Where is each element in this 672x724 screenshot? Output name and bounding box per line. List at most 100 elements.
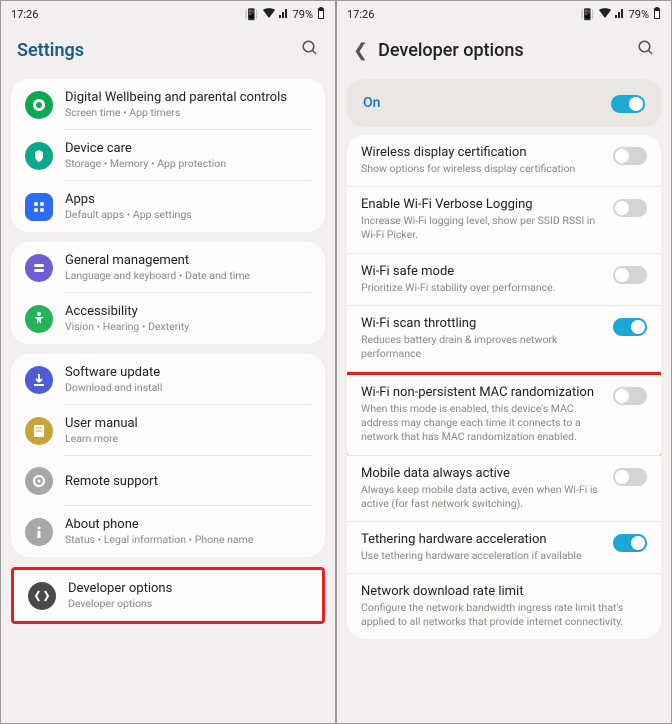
dev-option-row[interactable]: Network download rate limit Configure the… — [347, 574, 661, 639]
settings-group: Digital Wellbeing and parental controlsS… — [11, 79, 325, 232]
item-subtitle: Status • Legal information • Phone name — [65, 533, 311, 546]
apps-icon — [25, 193, 53, 221]
item-title: About phone — [65, 517, 311, 532]
item-title: Remote support — [65, 474, 311, 489]
option-toggle[interactable] — [613, 147, 647, 165]
item-subtitle: Learn more — [65, 432, 311, 445]
option-title: Wi-Fi safe mode — [361, 264, 603, 279]
wifi-icon — [599, 8, 611, 21]
dev-option-row[interactable]: Wi-Fi safe mode Prioritize Wi-Fi stabilit… — [347, 254, 661, 306]
settings-item[interactable]: Remote support — [11, 456, 325, 506]
option-toggle[interactable] — [613, 199, 647, 217]
care-icon — [25, 142, 53, 170]
settings-item[interactable]: AppsDefault apps • App settings — [11, 181, 325, 232]
option-toggle[interactable] — [613, 266, 647, 284]
option-title: Wi-Fi non-persistent MAC randomization — [361, 385, 603, 400]
master-toggle-row[interactable]: On — [347, 79, 661, 127]
item-title: Accessibility — [65, 304, 311, 319]
header: ❮ Developer options — [337, 27, 671, 79]
item-title: Digital Wellbeing and parental controls — [65, 90, 311, 105]
option-subtitle: Increase Wi-Fi logging level, show per S… — [361, 214, 603, 242]
accessibility-icon — [25, 305, 53, 333]
item-title: General management — [65, 253, 311, 268]
dev-option-row[interactable]: Wireless display certification Show optio… — [347, 135, 661, 187]
page-title: Settings — [17, 40, 84, 61]
header: Settings — [1, 27, 335, 79]
option-toggle[interactable] — [613, 468, 647, 486]
option-title: Network download rate limit — [361, 584, 647, 599]
option-toggle[interactable] — [613, 534, 647, 552]
dev-option-row[interactable]: Wi-Fi non-persistent MAC randomization Wh… — [347, 372, 661, 456]
settings-item[interactable]: User manualLearn more — [11, 405, 325, 456]
option-toggle[interactable] — [613, 387, 647, 405]
vibrate-icon: 📳 — [581, 8, 595, 21]
master-toggle[interactable] — [611, 95, 645, 113]
option-title: Wi-Fi scan throttling — [361, 316, 603, 331]
settings-group: Software updateDownload and installUser … — [11, 354, 325, 557]
option-subtitle: Use tethering hardware acceleration if a… — [361, 549, 603, 563]
option-title: Wireless display certification — [361, 145, 603, 160]
settings-item[interactable]: Developer optionsDeveloper options — [14, 570, 322, 621]
remote-icon — [25, 467, 53, 495]
option-subtitle: Show options for wireless display certif… — [361, 162, 603, 176]
page-title: Developer options — [378, 40, 524, 61]
option-subtitle: Configure the network bandwidth ingress … — [361, 601, 647, 629]
option-title: Mobile data always active — [361, 466, 603, 481]
settings-item[interactable]: Software updateDownload and install — [11, 354, 325, 405]
item-title: Developer options — [68, 581, 308, 596]
settings-item[interactable]: Device careStorage • Memory • App protec… — [11, 130, 325, 181]
dev-options-list[interactable]: On Wireless display certification Show op… — [337, 79, 671, 723]
status-time: 17:26 — [11, 8, 38, 21]
vibrate-icon: 📳 — [245, 8, 259, 21]
settings-group: Developer optionsDeveloper options — [11, 567, 325, 624]
developer-options-screen: 17:26 📳 79% ❮ Developer options On Wirel… — [336, 0, 672, 724]
search-icon[interactable] — [637, 39, 655, 61]
settings-item[interactable]: Digital Wellbeing and parental controlsS… — [11, 79, 325, 130]
status-time: 17:26 — [347, 8, 374, 21]
item-subtitle: Storage • Memory • App protection — [65, 157, 311, 170]
manual-icon — [25, 417, 53, 445]
option-toggle[interactable] — [613, 318, 647, 336]
option-subtitle: Prioritize Wi-Fi stability over performa… — [361, 281, 603, 295]
about-icon — [25, 518, 53, 546]
option-subtitle: When this mode is enabled, this device's… — [361, 402, 603, 445]
status-bar: 17:26 📳 79% — [337, 1, 671, 27]
option-title: Tethering hardware acceleration — [361, 532, 603, 547]
dev-option-row[interactable]: Wi-Fi scan throttling Reduces battery dra… — [347, 306, 661, 372]
settings-list[interactable]: Digital Wellbeing and parental controlsS… — [1, 79, 335, 723]
developer-icon — [28, 582, 56, 610]
settings-item[interactable]: About phoneStatus • Legal information • … — [11, 506, 325, 557]
dev-option-row[interactable]: Mobile data always active Always keep mob… — [347, 456, 661, 522]
item-subtitle: Developer options — [68, 597, 308, 610]
option-subtitle: Reduces battery drain & improves network… — [361, 333, 603, 361]
item-title: Software update — [65, 365, 311, 380]
search-icon[interactable] — [301, 39, 319, 61]
wifi-icon — [263, 8, 275, 21]
dev-option-row[interactable]: Enable Wi-Fi Verbose Logging Increase Wi-… — [347, 187, 661, 253]
settings-screen: 17:26 📳 79% Settings Digital Wellbeing a… — [0, 0, 336, 724]
item-title: User manual — [65, 416, 311, 431]
signal-icon — [615, 8, 625, 21]
battery-percent: 79% — [629, 8, 649, 21]
item-subtitle: Screen time • App timers — [65, 106, 311, 119]
settings-group: General managementLanguage and keyboard … — [11, 242, 325, 344]
signal-icon — [279, 8, 289, 21]
battery-icon — [653, 7, 661, 22]
status-bar: 17:26 📳 79% — [1, 1, 335, 27]
master-toggle-label: On — [363, 95, 380, 111]
item-title: Device care — [65, 141, 311, 156]
item-title: Apps — [65, 192, 311, 207]
battery-icon — [317, 7, 325, 22]
option-title: Enable Wi-Fi Verbose Logging — [361, 197, 603, 212]
item-subtitle: Language and keyboard • Date and time — [65, 269, 311, 282]
dev-option-row[interactable]: Tethering hardware acceleration Use tethe… — [347, 522, 661, 574]
wellbeing-icon — [25, 91, 53, 119]
update-icon — [25, 366, 53, 394]
battery-percent: 79% — [293, 8, 313, 21]
settings-item[interactable]: General managementLanguage and keyboard … — [11, 242, 325, 293]
item-subtitle: Default apps • App settings — [65, 208, 311, 221]
option-subtitle: Always keep mobile data active, even whe… — [361, 483, 603, 511]
back-icon[interactable]: ❮ — [353, 40, 368, 61]
general-icon — [25, 254, 53, 282]
settings-item[interactable]: AccessibilityVision • Hearing • Dexterit… — [11, 293, 325, 344]
